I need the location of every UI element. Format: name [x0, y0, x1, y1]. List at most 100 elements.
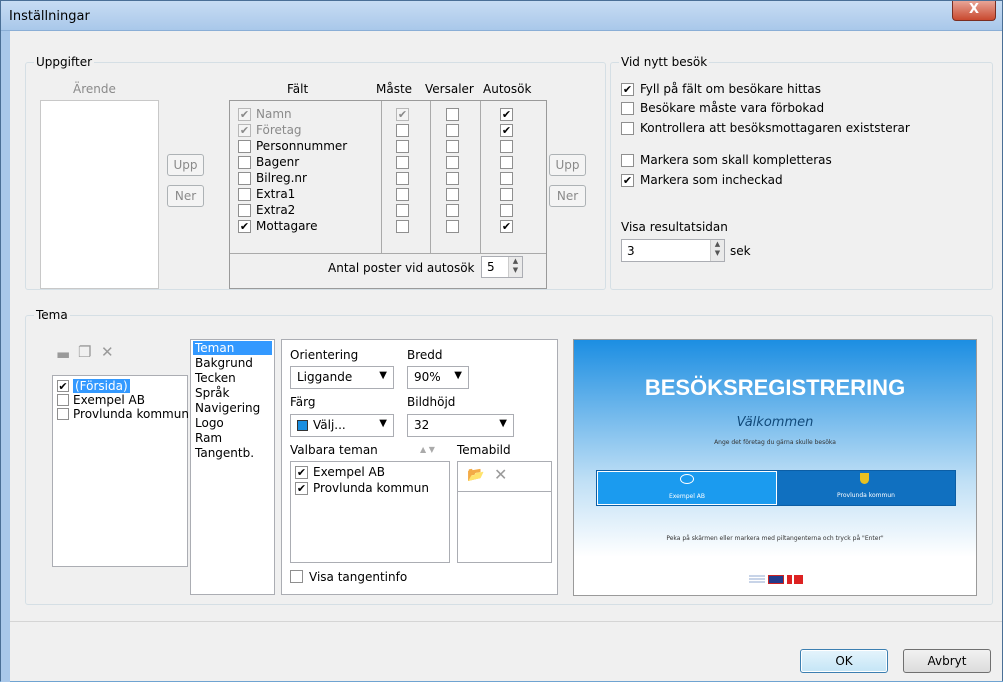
bredd-select[interactable]: 90% ▼: [407, 366, 469, 389]
ner-button-right[interactable]: Ner: [549, 185, 586, 207]
autosok-checkbox[interactable]: [500, 156, 513, 169]
cancel-button[interactable]: Avbryt: [903, 649, 991, 673]
versaler-header: Versaler: [425, 82, 474, 96]
nytt-option-checkbox[interactable]: ✔: [621, 83, 634, 96]
valbara-item-label[interactable]: Provlunda kommun: [313, 481, 429, 495]
versaler-checkbox[interactable]: [446, 108, 459, 121]
autosok-checkbox[interactable]: [500, 140, 513, 153]
field-checkbox[interactable]: [238, 140, 251, 153]
maste-checkbox[interactable]: [396, 172, 409, 185]
field-checkbox[interactable]: ✔: [238, 124, 251, 137]
open-folder-icon[interactable]: 📂: [467, 467, 484, 483]
delete-icon[interactable]: ✕: [494, 465, 507, 484]
versaler-checkbox[interactable]: [446, 140, 459, 153]
autosok-checkbox[interactable]: ✔: [500, 108, 513, 121]
nytt-option-checkbox[interactable]: ✔: [621, 174, 634, 187]
theme-list[interactable]: ✔ (Försida) Exempel AB Provlunda kommun: [52, 375, 189, 567]
maste-checkbox[interactable]: [396, 220, 409, 233]
bildhojd-select[interactable]: 32 ▼: [407, 414, 514, 437]
nytt-option-checkbox[interactable]: [621, 154, 634, 167]
field-checkbox[interactable]: [238, 156, 251, 169]
autosok-checkbox[interactable]: ✔: [500, 124, 513, 137]
maste-checkbox[interactable]: [396, 204, 409, 217]
antal-spinner[interactable]: 5 ▲ ▼: [481, 256, 523, 278]
theme-checkbox[interactable]: [57, 408, 69, 420]
nytt-option-checkbox[interactable]: [621, 102, 634, 115]
maste-checkbox[interactable]: [396, 140, 409, 153]
farg-select[interactable]: Välj... ▼: [290, 414, 394, 437]
versaler-checkbox[interactable]: [446, 124, 459, 137]
versaler-checkbox[interactable]: [446, 204, 459, 217]
dialog-body: Uppgifter Ärende Upp Ner Fält Måste Vers…: [10, 31, 1002, 681]
nytt-option-checkbox[interactable]: [621, 122, 634, 135]
nav-item[interactable]: Språk: [193, 386, 229, 400]
temabild-box[interactable]: 📂 ✕: [457, 461, 552, 563]
field-checkbox[interactable]: [238, 204, 251, 217]
maste-checkbox[interactable]: [396, 188, 409, 201]
folder-icon[interactable]: ▬: [56, 345, 70, 363]
ok-button[interactable]: OK: [800, 649, 888, 673]
color-swatch: [297, 420, 308, 431]
field-checkbox[interactable]: ✔: [238, 220, 251, 233]
nytt-option-label[interactable]: Fyll på fält om besökare hittas: [640, 82, 821, 96]
antal-spin-icon[interactable]: ▲ ▼: [508, 257, 522, 277]
theme-checkbox[interactable]: [57, 394, 69, 406]
nav-item[interactable]: Navigering: [193, 401, 260, 415]
copy-icon[interactable]: ❐: [78, 343, 91, 361]
nav-item[interactable]: Ram: [193, 431, 222, 445]
nav-item[interactable]: Tangentb.: [193, 446, 254, 460]
nav-item[interactable]: Bakgrund: [193, 356, 253, 370]
orientering-select[interactable]: Liggande ▼: [290, 366, 394, 389]
grid-separator: [230, 253, 546, 254]
valbara-list[interactable]: ✔ Exempel AB ✔ Provlunda kommun: [290, 461, 450, 563]
theme-item-label[interactable]: Exempel AB: [73, 393, 145, 407]
flag-uk-icon: [768, 575, 784, 584]
preview-instruction: Ange det företag du gärna skulle besöka: [714, 439, 836, 446]
upp-button-right[interactable]: Upp: [549, 154, 586, 176]
field-checkbox[interactable]: [238, 188, 251, 201]
versaler-checkbox[interactable]: [446, 156, 459, 169]
tangentinfo-label[interactable]: Visa tangentinfo: [309, 570, 407, 584]
maste-checkbox[interactable]: ✔: [396, 108, 409, 121]
delete-icon[interactable]: ✕: [101, 343, 114, 361]
chevron-down-icon: ▼: [379, 418, 387, 429]
close-button[interactable]: X: [952, 1, 996, 21]
nytt-option-label[interactable]: Markera som skall kompletteras: [640, 153, 832, 167]
theme-checkbox[interactable]: ✔: [57, 380, 69, 392]
preview-tab-provlunda: Provlunda kommun: [777, 471, 955, 505]
theme-item-label[interactable]: Provlunda kommun: [73, 407, 189, 421]
autosok-checkbox[interactable]: [500, 204, 513, 217]
valbara-sort-icon[interactable]: ▲ ▼: [420, 445, 435, 454]
tangentinfo-checkbox[interactable]: [290, 570, 303, 583]
field-checkbox[interactable]: ✔: [238, 108, 251, 121]
nav-item[interactable]: Tecken: [193, 371, 236, 385]
versaler-checkbox[interactable]: [446, 172, 459, 185]
resultat-spinner[interactable]: 3 ▲ ▼: [621, 239, 725, 262]
nav-item[interactable]: Logo: [193, 416, 224, 430]
flag-icon: [749, 575, 765, 584]
maste-checkbox[interactable]: [396, 156, 409, 169]
nytt-option-label[interactable]: Besökare måste vara förbokad: [640, 101, 824, 115]
field-checkbox[interactable]: [238, 172, 251, 185]
versaler-checkbox[interactable]: [446, 188, 459, 201]
ner-button-left[interactable]: Ner: [167, 185, 204, 207]
versaler-checkbox[interactable]: [446, 220, 459, 233]
valbara-checkbox[interactable]: ✔: [295, 466, 308, 479]
field-label: Bagenr: [256, 155, 300, 169]
preview-tab-exempel: Exempel AB: [597, 471, 777, 505]
window-frame: [1, 31, 10, 682]
nytt-option-label[interactable]: Kontrollera att besöksmottagaren existst…: [640, 121, 910, 135]
autosok-checkbox[interactable]: [500, 172, 513, 185]
resultat-spin-icon[interactable]: ▲ ▼: [710, 240, 724, 261]
arende-list[interactable]: [40, 100, 159, 289]
valbara-checkbox[interactable]: ✔: [295, 482, 308, 495]
autosok-checkbox[interactable]: [500, 188, 513, 201]
autosok-checkbox[interactable]: ✔: [500, 220, 513, 233]
tema-nav[interactable]: Teman Bakgrund Tecken Språk Navigering Logo Ra…: [190, 339, 275, 595]
nytt-option-label[interactable]: Markera som incheckad: [640, 173, 783, 187]
nav-item[interactable]: Teman: [193, 341, 272, 355]
valbara-item-label[interactable]: Exempel AB: [313, 465, 385, 479]
maste-checkbox[interactable]: [396, 124, 409, 137]
theme-item-label[interactable]: (Försida): [73, 379, 130, 393]
upp-button-left[interactable]: Upp: [167, 154, 204, 176]
